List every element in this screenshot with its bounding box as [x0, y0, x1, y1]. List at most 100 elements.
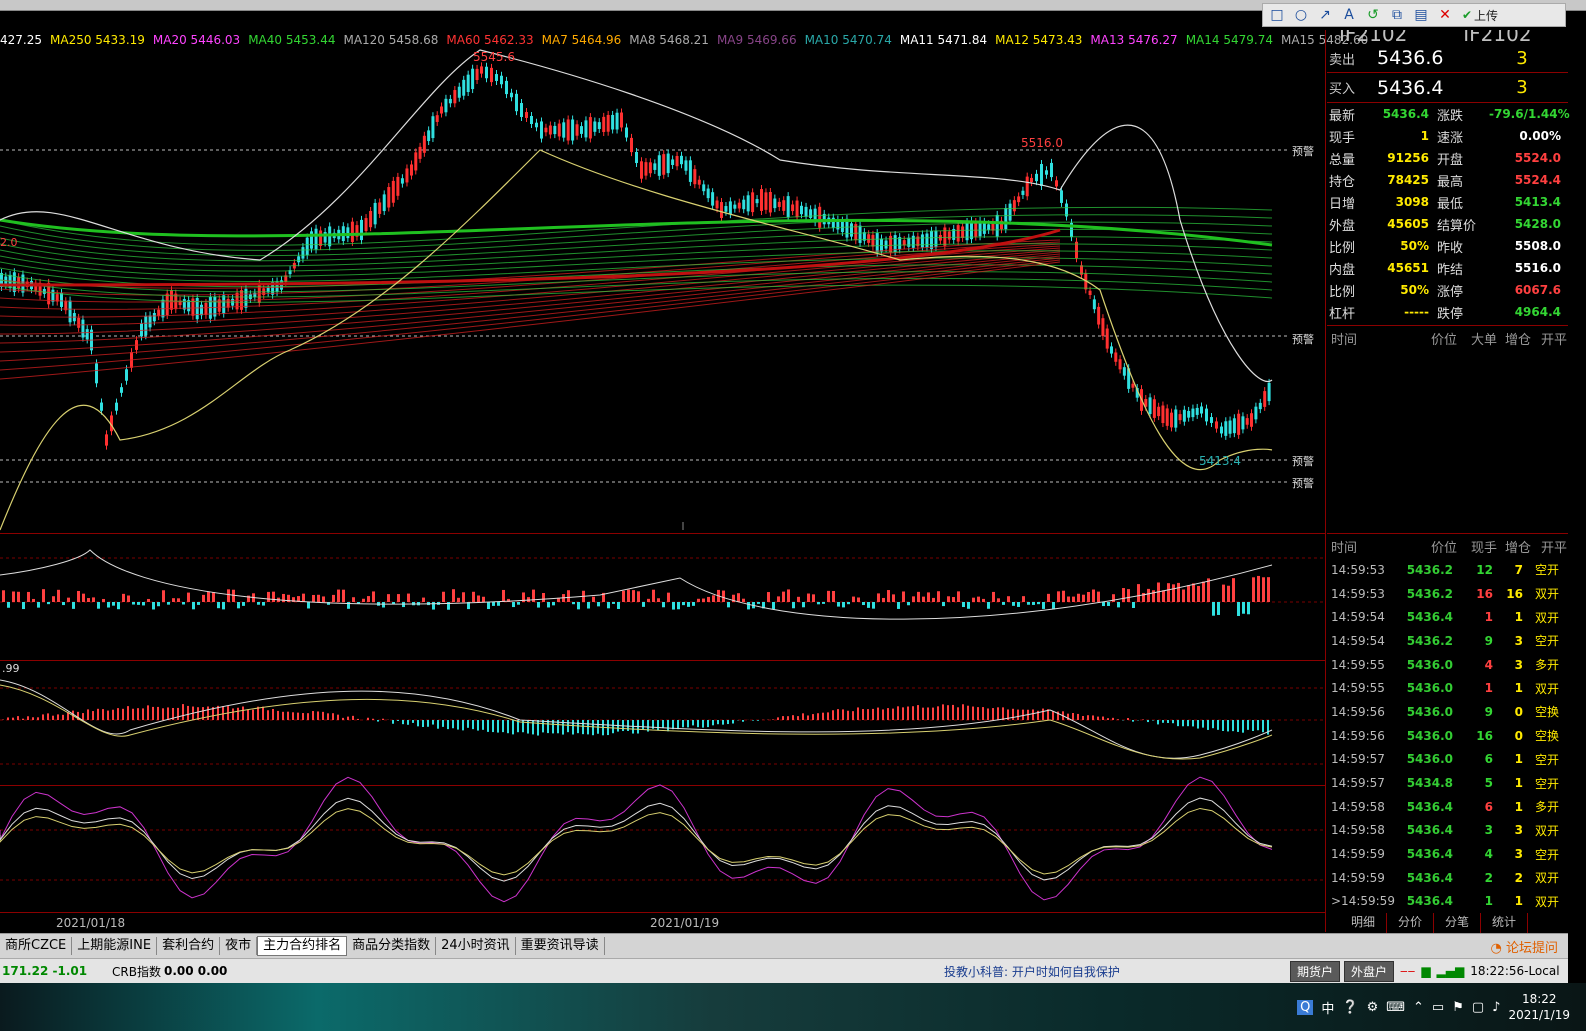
volume-bar	[742, 598, 745, 602]
volume-bar	[132, 602, 135, 605]
macd-bar	[952, 704, 954, 720]
volume-bar	[922, 596, 925, 602]
macd-bar	[347, 716, 349, 720]
tick-time: 14:59:53	[1331, 562, 1385, 577]
macd-bar	[1042, 708, 1044, 720]
candle-body	[515, 93, 518, 112]
display-icon[interactable]: ▢	[1472, 1000, 1484, 1015]
volume-bar	[882, 597, 885, 602]
tick-price: 5436.4	[1406, 847, 1453, 862]
quote-value: 91256	[1387, 151, 1429, 165]
candle-body	[1174, 409, 1178, 428]
help-icon[interactable]: ❔	[1342, 1000, 1358, 1015]
market-tab[interactable]: 夜市	[220, 937, 258, 955]
delete-icon[interactable]: ✕	[1435, 6, 1455, 24]
macd-bar	[22, 718, 24, 720]
forum-link[interactable]: ◔ 论坛提问	[1491, 937, 1569, 956]
save-icon[interactable]: ▤	[1411, 6, 1431, 24]
network-icon[interactable]: ▭	[1432, 1000, 1444, 1015]
macd-bar	[837, 709, 839, 720]
macd-bar	[667, 720, 669, 732]
volume-bar	[587, 602, 590, 609]
candle-body	[364, 218, 368, 232]
candle-body	[51, 289, 55, 302]
candle-body	[566, 119, 570, 141]
detail-tab[interactable]: 分价	[1387, 913, 1434, 933]
text-tool-icon[interactable]: A	[1339, 6, 1359, 24]
chart-canvas[interactable]	[0, 30, 1325, 913]
macd-bar	[1212, 720, 1214, 729]
macd-bar	[492, 720, 494, 733]
undo-icon[interactable]: ↺	[1363, 6, 1383, 24]
tick-type: 多开	[1534, 800, 1559, 815]
volume-icon[interactable]: ♪	[1492, 1000, 1500, 1015]
macd-bar	[302, 713, 304, 720]
volume-bar	[907, 602, 910, 606]
macd-bar	[337, 714, 339, 720]
tick-type: 多开	[1534, 658, 1559, 673]
macd-bar	[702, 720, 704, 728]
volume-bar	[367, 596, 370, 602]
detail-tab[interactable]: 明细	[1340, 913, 1387, 933]
tick-oi-change: 16	[1506, 586, 1523, 601]
macd-bar	[82, 713, 84, 720]
market-tab[interactable]: 主力合约排名	[257, 936, 348, 956]
tick-time: 14:59:56	[1331, 728, 1385, 743]
macd-bar	[457, 720, 459, 730]
volume-bar	[397, 594, 400, 602]
rectangle-tool-icon[interactable]: □	[1267, 6, 1287, 24]
settings-icon[interactable]: ⚙	[1367, 1000, 1379, 1015]
ime-indicator[interactable]: 中	[1321, 998, 1334, 1017]
macd-bar	[182, 704, 184, 720]
market-tab[interactable]: 重要资讯导读	[516, 937, 605, 955]
volume-bar	[682, 602, 685, 606]
arrow-tool-icon[interactable]: ↗	[1315, 6, 1335, 24]
volume-bar	[1012, 602, 1015, 606]
volume-bar	[847, 602, 850, 605]
volume-bar	[152, 602, 155, 610]
clock[interactable]: 18:22 2021/1/19	[1508, 991, 1570, 1023]
left-price-label: 2.0	[0, 236, 18, 249]
volume-bar	[212, 592, 215, 602]
flag-icon[interactable]: ⚑	[1452, 1000, 1464, 1015]
macd-bar	[947, 705, 949, 720]
search-tray-icon[interactable]: Q	[1297, 999, 1314, 1015]
market-tab[interactable]: 上期能源INE	[72, 937, 158, 955]
tick-time: 14:59:54	[1331, 633, 1385, 648]
market-tab[interactable]: 套利合约	[157, 937, 221, 955]
macd-bar	[117, 708, 119, 720]
macd-bar	[57, 714, 59, 720]
detail-tab[interactable]: 统计	[1481, 913, 1528, 933]
macd-bar	[707, 720, 709, 728]
tip-text[interactable]: 投教小科普: 开户时如何自我保护	[944, 963, 1286, 980]
volume-bar	[102, 598, 105, 602]
market-tab[interactable]: 24小时资讯	[436, 937, 516, 955]
futures-account-button[interactable]: 期货户	[1290, 960, 1341, 982]
quote-value: -79.6/1.44%	[1489, 107, 1570, 121]
volume-bar	[262, 602, 265, 606]
candle-body	[60, 293, 63, 307]
market-tab[interactable]: 商所CZCE	[0, 937, 73, 955]
macd-bar	[787, 716, 789, 720]
tick-row: 14:59:55 5436.0 1 1 双开	[1327, 676, 1568, 700]
volume-bar	[472, 591, 475, 602]
candle-body	[702, 184, 706, 192]
macd-bar	[367, 717, 369, 720]
ellipse-tool-icon[interactable]: ○	[1291, 6, 1311, 24]
macd-bar	[157, 706, 159, 720]
outer-account-button[interactable]: 外盘户	[1344, 960, 1395, 982]
macd-bar	[1092, 715, 1094, 720]
keyboard-icon[interactable]: ⌨	[1386, 1000, 1405, 1015]
market-tab[interactable]: 商品分类指数	[347, 937, 437, 955]
volume-bar	[167, 602, 170, 605]
candle-body	[373, 202, 377, 225]
contract-code: IF2102	[1463, 30, 1532, 44]
chevron-up-icon[interactable]: ⌃	[1413, 1000, 1424, 1015]
macd-bar	[382, 718, 384, 720]
macd-bar	[497, 720, 499, 733]
volume-bar	[787, 589, 790, 602]
detail-tab[interactable]: 分笔	[1434, 913, 1481, 933]
copy-icon[interactable]: ⧉	[1387, 6, 1407, 24]
upload-button[interactable]: ✔ 上传	[1459, 6, 1501, 24]
macd-bar	[922, 707, 924, 720]
